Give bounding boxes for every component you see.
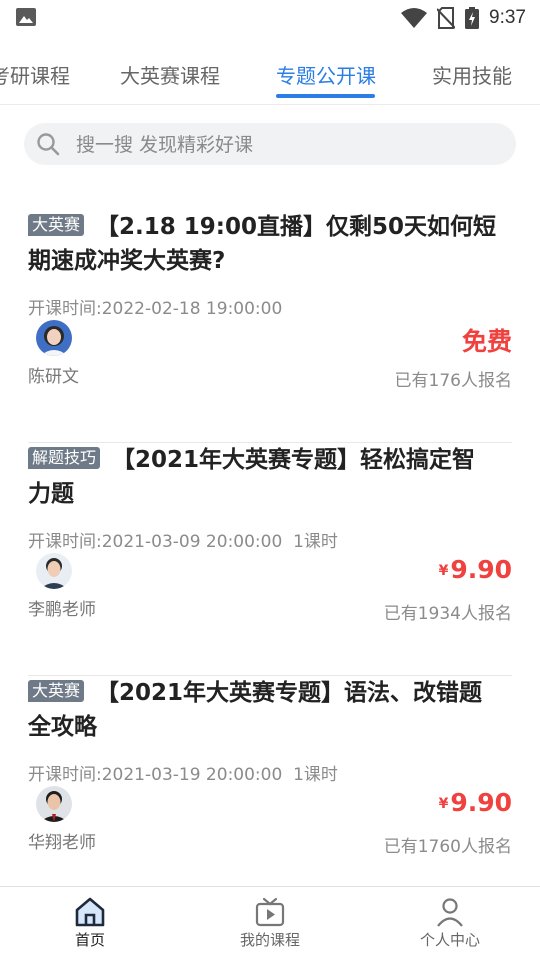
currency-symbol: ¥: [438, 563, 449, 579]
avatar: [36, 320, 72, 356]
course-title: 解题技巧 【2021年大英赛专题】轻松搞定智力题: [28, 443, 498, 511]
currency-symbol: ¥: [438, 796, 449, 812]
course-time: 开课时间:2022-02-18 19:00:00: [28, 294, 282, 319]
search-icon: [37, 133, 60, 156]
avatar: [36, 553, 72, 589]
course-tag: 大英赛: [28, 680, 85, 702]
tv-icon: [255, 897, 285, 927]
course-price: ¥9.90: [439, 788, 512, 817]
tab-open-course[interactable]: 专题公开课: [276, 60, 376, 89]
time-value: 2022-02-18 19:00:00: [101, 299, 283, 319]
nav-profile-label: 个人中心: [419, 931, 480, 949]
course-card[interactable]: 大英赛 【2021年大英赛专题】语法、改错题全攻略 开课时间:2021-03-19…: [28, 676, 512, 909]
price-value: 9.90: [450, 788, 512, 817]
battery-charging-icon: [465, 7, 480, 29]
course-tag: 解题技巧: [28, 447, 101, 469]
status-bar: 9:37: [0, 0, 540, 36]
course-time: 开课时间:2021-03-19 20:00:00 1课时: [28, 760, 338, 785]
teacher-name: 李鹏老师: [28, 600, 96, 620]
enrolled-count: 已有176人报名: [394, 371, 512, 391]
tab-english-contest[interactable]: 大英赛课程: [120, 60, 220, 89]
tab-kaoyan[interactable]: 考研课程: [0, 60, 70, 89]
clock: 9:37: [489, 7, 526, 28]
nav-my-courses[interactable]: 我的课程: [210, 893, 330, 957]
search-bar[interactable]: [24, 123, 516, 165]
image-notification-icon: [16, 8, 36, 26]
time-value: 2021-03-09 20:00:00: [101, 532, 283, 552]
bottom-navigation: 首页 我的课程 个人中心: [0, 886, 540, 961]
price-value: 9.90: [450, 555, 512, 584]
course-title-text: 【2021年大英赛专题】语法、改错题全攻略: [28, 680, 483, 740]
course-price: ¥9.90: [439, 555, 512, 584]
course-time: 开课时间:2021-03-09 20:00:00 1课时: [28, 527, 338, 552]
home-icon: [75, 897, 105, 927]
teacher-name: 陈研文: [28, 367, 79, 387]
price-value: 免费: [461, 327, 512, 356]
category-tabs: 考研课程 大英赛课程 专题公开课 实用技能: [0, 42, 540, 105]
nav-home-label: 首页: [74, 931, 105, 949]
user-icon: [437, 898, 463, 927]
wifi-icon: [401, 8, 428, 28]
enrolled-count: 已有1760人报名: [383, 837, 512, 857]
nav-my-courses-label: 我的课程: [239, 931, 300, 949]
time-label: 开课时间:: [28, 532, 102, 552]
nav-home[interactable]: 首页: [30, 893, 150, 957]
time-label: 开课时间:: [28, 765, 102, 785]
course-tag: 大英赛: [28, 214, 85, 236]
no-sim-icon: [437, 7, 456, 29]
time-label: 开课时间:: [28, 299, 102, 319]
nav-profile[interactable]: 个人中心: [390, 893, 510, 957]
course-price: 免费: [460, 322, 512, 358]
course-card[interactable]: 解题技巧 【2021年大英赛专题】轻松搞定智力题 开课时间:2021-03-09 …: [28, 443, 512, 676]
course-title: 大英赛 【2.18 19:00直播】仅剩50天如何短期速成冲奖大英赛?: [28, 210, 498, 278]
avatar: [36, 786, 72, 822]
search-input[interactable]: [74, 129, 498, 161]
tab-practical-skills[interactable]: 实用技能: [432, 60, 512, 89]
course-title-text: 【2.18 19:00直播】仅剩50天如何短期速成冲奖大英赛?: [28, 214, 496, 274]
lesson-count: 1课时: [293, 532, 338, 552]
teacher-name: 华翔老师: [28, 833, 96, 853]
active-tab-indicator: [276, 94, 375, 98]
enrolled-count: 已有1934人报名: [383, 604, 512, 624]
lesson-count: 1课时: [293, 765, 338, 785]
course-title: 大英赛 【2021年大英赛专题】语法、改错题全攻略: [28, 676, 498, 744]
time-value: 2021-03-19 20:00:00: [101, 765, 283, 785]
course-card[interactable]: 大英赛 【2.18 19:00直播】仅剩50天如何短期速成冲奖大英赛? 开课时间:…: [28, 210, 512, 443]
